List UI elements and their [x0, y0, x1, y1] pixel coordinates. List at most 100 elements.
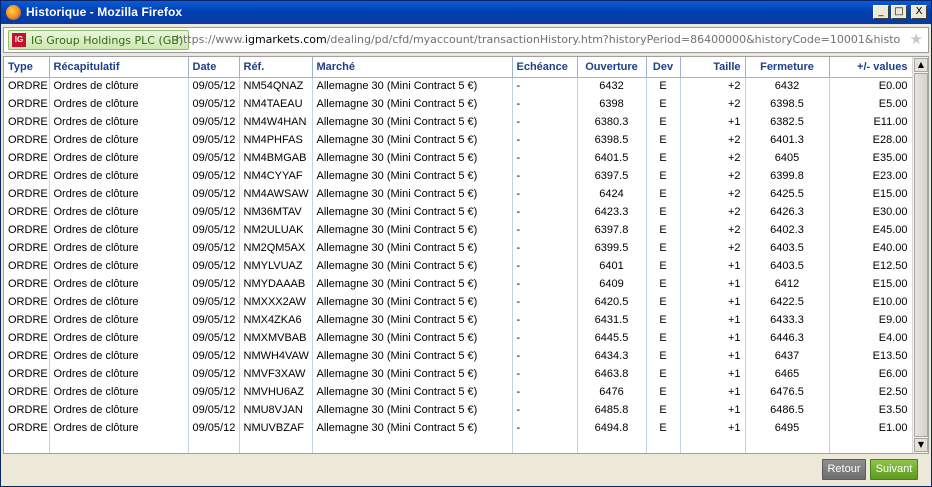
cell-ouverture: 6445.5 [577, 329, 647, 347]
cell-dev: E [646, 203, 681, 221]
table-row[interactable]: ORDRE Ordres de clôture 09/05/12 NM4AWSAW Al… [4, 185, 913, 203]
cell-type: ORDRE [4, 275, 50, 293]
cell-date: 09/05/12 [188, 113, 240, 131]
cell-ref: NM4PHFAS [239, 131, 313, 149]
cell-fermeture: 6401.3 [745, 131, 830, 149]
cell-recapitulatif: Ordres de clôture [49, 221, 189, 239]
cell-fermeture: 6398.5 [745, 95, 830, 113]
column-header-type[interactable]: Type [4, 57, 50, 78]
scroll-thumb[interactable] [914, 73, 928, 437]
cell-ref: NMWH4VAW [239, 347, 313, 365]
cell-echeance: - [512, 113, 578, 131]
cell-type: ORDRE [4, 203, 50, 221]
cell-type: ORDRE [4, 113, 50, 131]
scroll-up-button[interactable]: ▲ [914, 58, 928, 72]
bookmark-star-icon[interactable]: ★ [910, 31, 923, 47]
minimize-button[interactable]: _ [873, 5, 889, 19]
suivant-button[interactable]: Suivant [870, 459, 918, 480]
cell-taille: +1 [680, 347, 746, 365]
table-row[interactable]: ORDRE Ordres de clôture 09/05/12 NMYDAAAB Al… [4, 275, 913, 293]
cell-fermeture: 6399.8 [745, 167, 830, 185]
table-row[interactable]: ORDRE Ordres de clôture 09/05/12 NM2ULUAK Al… [4, 221, 913, 239]
cell-ouverture: 6380.3 [577, 113, 647, 131]
cell-ouverture: 6423.3 [577, 203, 647, 221]
cell-values: E35.00 [829, 149, 913, 167]
maximize-button[interactable]: □ [891, 5, 907, 19]
cell-ouverture: 6409 [577, 275, 647, 293]
column-header-marche[interactable]: Marché [312, 57, 513, 78]
table-row[interactable]: ORDRE Ordres de clôture 09/05/12 NM36MTAV Al… [4, 203, 913, 221]
cell-type: ORDRE [4, 149, 50, 167]
transaction-history-panel: Type Récapitulatif Date Réf. Marché Eché… [3, 56, 929, 454]
cell-fermeture: 6412 [745, 275, 830, 293]
url-text[interactable]: https://www.igmarkets.com/dealing/pd/cfd… [176, 33, 900, 46]
column-header-ouverture[interactable]: Ouverture [577, 57, 647, 78]
table-row[interactable]: ORDRE Ordres de clôture 09/05/12 NM4PHFAS Al… [4, 131, 913, 149]
cell-echeance: - [512, 77, 578, 95]
cell-echeance: - [512, 383, 578, 401]
cell-taille: +1 [680, 329, 746, 347]
table-row[interactable]: ORDRE Ordres de clôture 09/05/12 NMX4ZKA6 Al… [4, 311, 913, 329]
retour-button[interactable]: Retour [822, 459, 866, 480]
cell-echeance: - [512, 401, 578, 419]
cell-recapitulatif: Ordres de clôture [49, 167, 189, 185]
table-row[interactable]: ORDRE Ordres de clôture 09/05/12 NMYLVUAZ Al… [4, 257, 913, 275]
cell-ouverture: 6476 [577, 383, 647, 401]
cell-fermeture: 6426.3 [745, 203, 830, 221]
cell-marche: Allemagne 30 (Mini Contract 5 €) [312, 203, 513, 221]
footer-bar: Retour Suivant [1, 455, 931, 486]
cell-type: ORDRE [4, 347, 50, 365]
column-header-dev[interactable]: Dev [646, 57, 681, 78]
table-row[interactable]: ORDRE Ordres de clôture 09/05/12 NMU8VJAN Al… [4, 401, 913, 419]
cell-marche: Allemagne 30 (Mini Contract 5 €) [312, 239, 513, 257]
table-row[interactable]: ORDRE Ordres de clôture 09/05/12 NMXMVBAB Al… [4, 329, 913, 347]
column-header-echeance[interactable]: Echéance [512, 57, 578, 78]
table-row[interactable]: ORDRE Ordres de clôture 09/05/12 NMXXX2AW Al… [4, 293, 913, 311]
table-row[interactable]: ORDRE Ordres de clôture 09/05/12 NMUVBZAF Al… [4, 419, 913, 437]
column-header-recapitulatif[interactable]: Récapitulatif [49, 57, 189, 78]
cell-ref: NM4BMGAB [239, 149, 313, 167]
column-header-taille[interactable]: Taille [680, 57, 746, 78]
cell-values: E23.00 [829, 167, 913, 185]
table-row[interactable]: ORDRE Ordres de clôture 09/05/12 NM4CYYAF Al… [4, 167, 913, 185]
close-button[interactable]: X [911, 5, 927, 19]
window-title: Historique - Mozilla Firefox [26, 5, 183, 19]
column-header-date[interactable]: Date [188, 57, 240, 78]
cell-values: E45.00 [829, 221, 913, 239]
vertical-scrollbar[interactable]: ▲ ▼ [912, 57, 928, 453]
column-header-fermeture[interactable]: Fermeture [745, 57, 830, 78]
cell-fermeture: 6432 [745, 77, 830, 95]
cell-ouverture: 6397.5 [577, 167, 647, 185]
table-row[interactable]: ORDRE Ordres de clôture 09/05/12 NMVHU6AZ Al… [4, 383, 913, 401]
cell-taille: +2 [680, 185, 746, 203]
table-row[interactable]: ORDRE Ordres de clôture 09/05/12 NM4BMGAB Al… [4, 149, 913, 167]
cell-taille: +2 [680, 167, 746, 185]
table-row[interactable]: ORDRE Ordres de clôture 09/05/12 NM54QNAZ Al… [4, 77, 913, 95]
cell-marche: Allemagne 30 (Mini Contract 5 €) [312, 167, 513, 185]
cell-echeance: - [512, 311, 578, 329]
cell-echeance: - [512, 149, 578, 167]
cell-recapitulatif: Ordres de clôture [49, 311, 189, 329]
site-identity-button[interactable]: IG IG Group Holdings PLC (GB) [8, 30, 190, 50]
cell-date: 09/05/12 [188, 329, 240, 347]
table-row[interactable]: ORDRE Ordres de clôture 09/05/12 NM4W4HAN Al… [4, 113, 913, 131]
cell-fermeture: 6486.5 [745, 401, 830, 419]
cell-recapitulatif: Ordres de clôture [49, 347, 189, 365]
empty-cell [745, 437, 830, 453]
table-row[interactable]: ORDRE Ordres de clôture 09/05/12 NMVF3XAW Al… [4, 365, 913, 383]
cell-ref: NM4AWSAW [239, 185, 313, 203]
cell-date: 09/05/12 [188, 167, 240, 185]
cell-fermeture: 6403.5 [745, 239, 830, 257]
column-header-values[interactable]: +/- values [829, 57, 913, 78]
table-row[interactable]: ORDRE Ordres de clôture 09/05/12 NMWH4VAW Al… [4, 347, 913, 365]
table-row[interactable]: ORDRE Ordres de clôture 09/05/12 NM2QM5AX Al… [4, 239, 913, 257]
column-header-ref[interactable]: Réf. [239, 57, 313, 78]
cell-values: E5.00 [829, 95, 913, 113]
cell-fermeture: 6446.3 [745, 329, 830, 347]
scroll-down-button[interactable]: ▼ [914, 438, 928, 452]
cell-ouverture: 6424 [577, 185, 647, 203]
cell-dev: E [646, 365, 681, 383]
cell-date: 09/05/12 [188, 401, 240, 419]
table-row[interactable]: ORDRE Ordres de clôture 09/05/12 NM4TAEAU Al… [4, 95, 913, 113]
address-bar[interactable]: IG IG Group Holdings PLC (GB) https://ww… [3, 27, 929, 53]
